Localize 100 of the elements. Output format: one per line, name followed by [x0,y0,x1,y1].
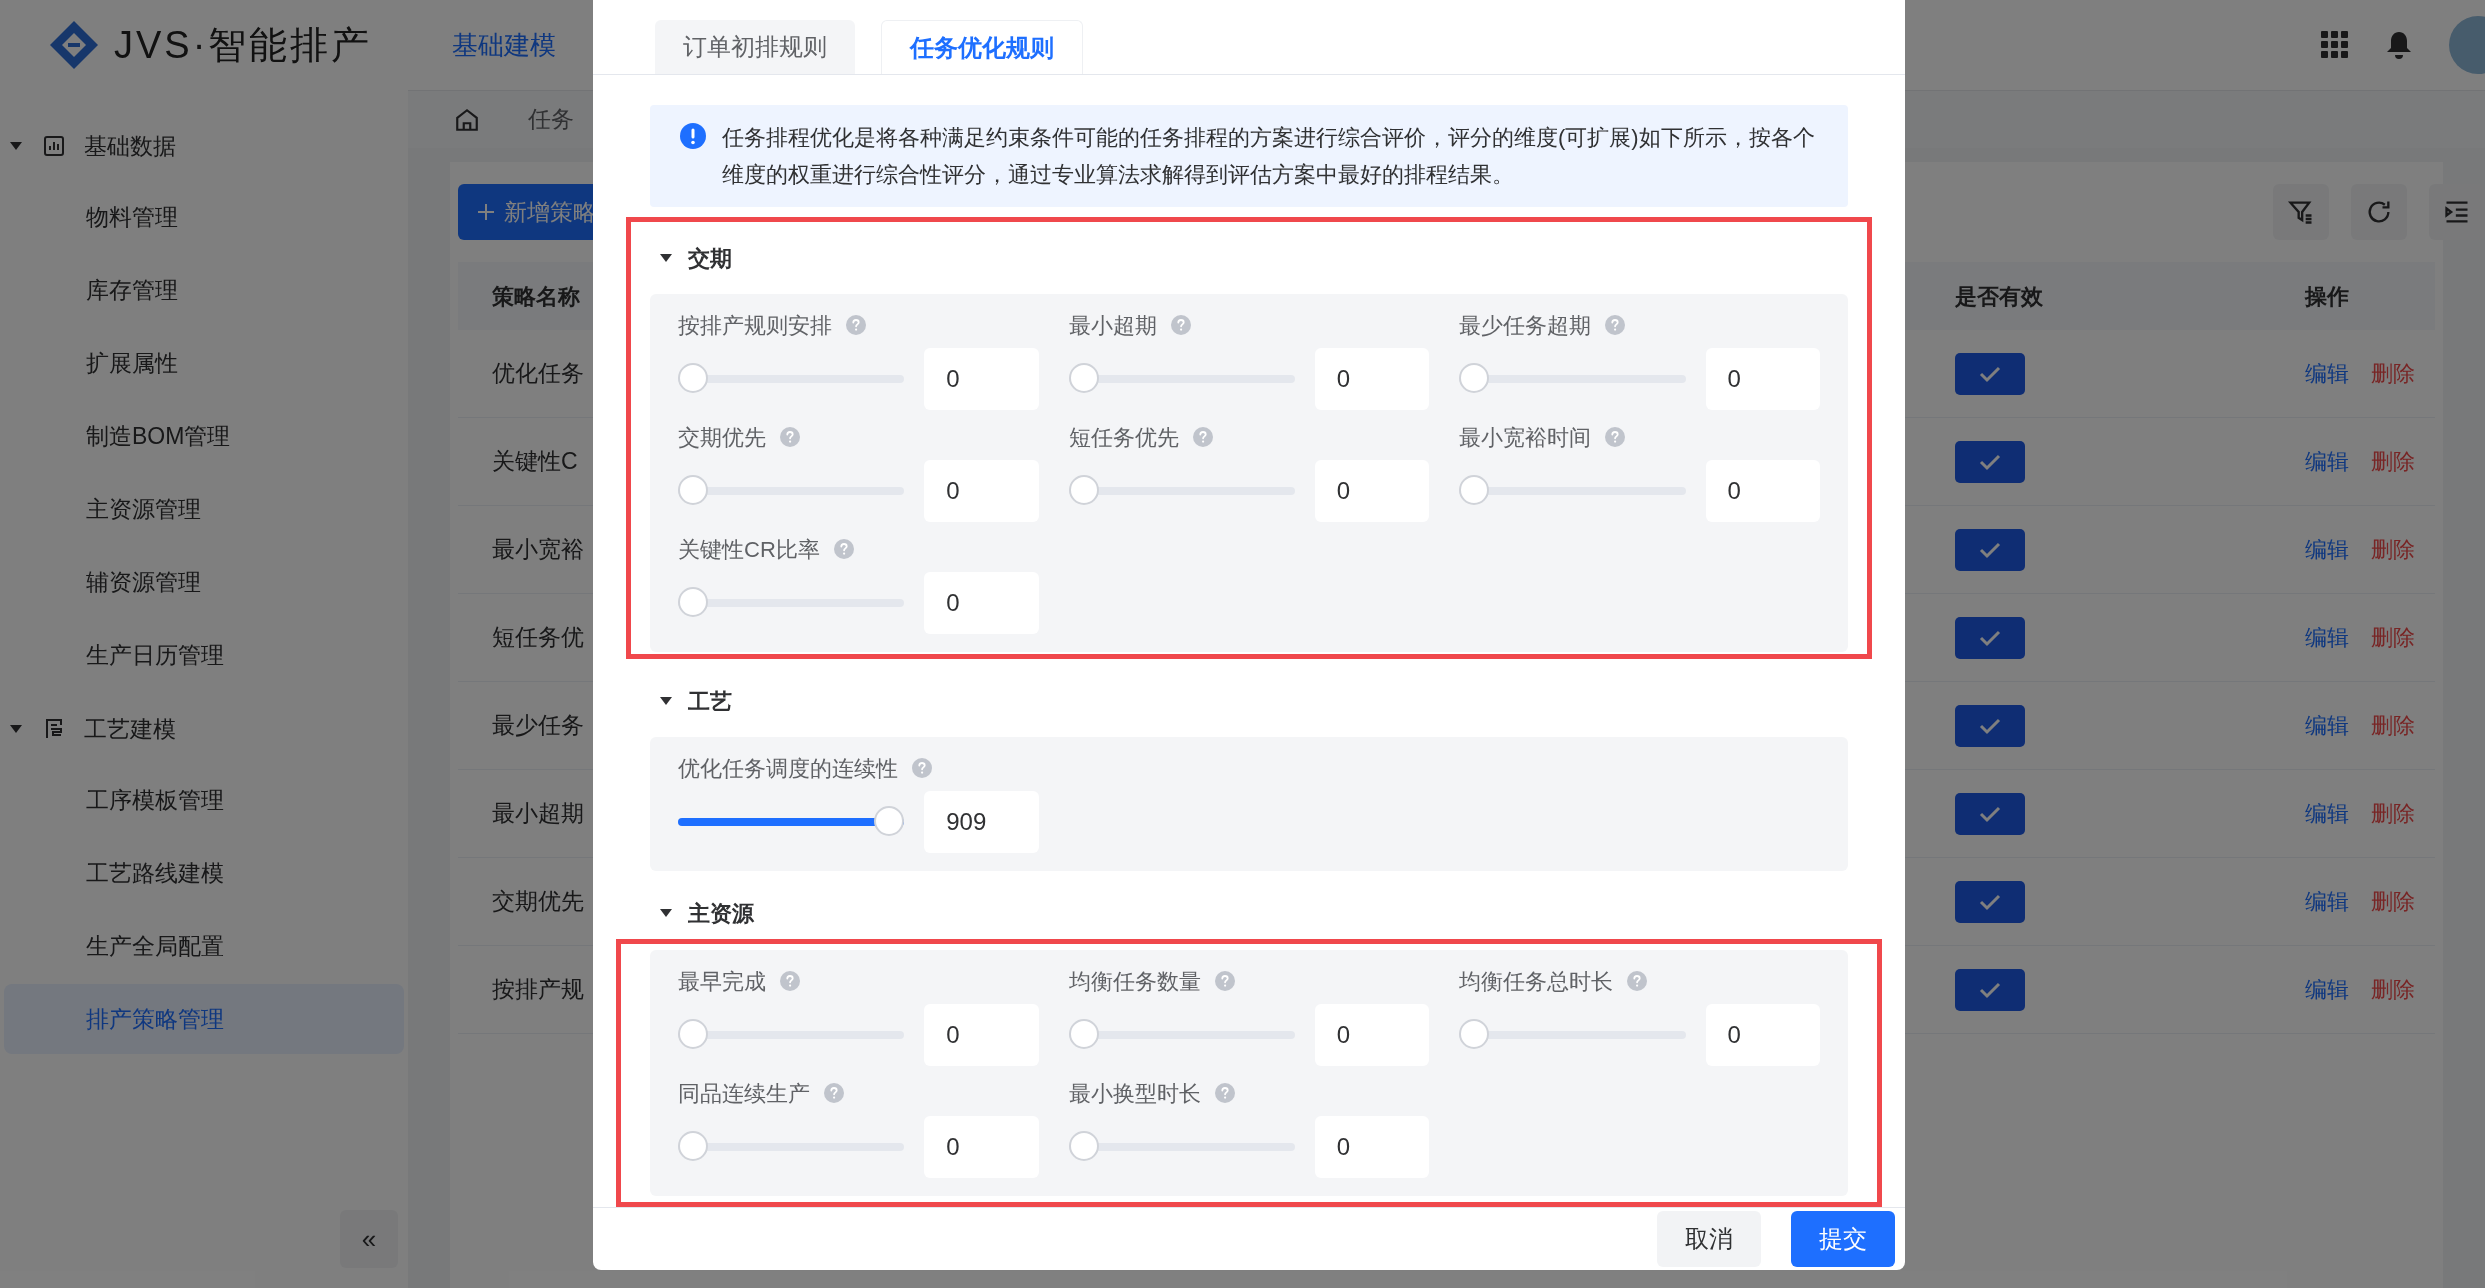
slider-thumb[interactable] [874,806,905,836]
number-input[interactable]: 0 [924,1004,1039,1066]
number-input[interactable]: 0 [1705,460,1820,522]
number-input[interactable]: 0 [924,1116,1039,1178]
slider-thumb[interactable] [678,363,708,393]
slider-thumb[interactable] [678,1019,708,1049]
table-cell-text: 最少任务 [492,711,584,741]
slider-thumb[interactable] [1068,1019,1099,1049]
edit-link[interactable]: 编辑 [2305,797,2349,830]
edit-link[interactable]: 编辑 [2305,357,2349,390]
delete-link[interactable]: 删除 [2371,533,2415,566]
collapse-button[interactable]: « [340,1210,398,1268]
valid-checkbox[interactable] [1955,704,2025,747]
slider-thumb[interactable] [1459,475,1490,505]
check-icon [1978,804,2002,823]
slider-thumb[interactable] [678,1131,708,1161]
slider[interactable] [1068,1131,1295,1163]
help-icon [1214,1083,1235,1103]
menu-item[interactable]: 制造BOM管理 [4,401,404,471]
number-input[interactable]: 0 [924,348,1039,410]
valid-checkbox[interactable] [1955,616,2025,659]
delete-link[interactable]: 删除 [2371,709,2415,742]
cancel-button[interactable]: 取消 [1657,1211,1761,1267]
edit-link[interactable]: 编辑 [2305,445,2349,478]
edit-link[interactable]: 编辑 [2305,621,2349,654]
menu-item[interactable]: 工序模板管理 [4,765,404,835]
number-input[interactable]: 0 [924,460,1039,522]
check-icon [1978,980,2002,999]
menu-group[interactable]: 基础数据 [84,128,176,164]
number-input[interactable]: 909 [924,791,1039,853]
delete-link[interactable]: 删除 [2371,797,2415,830]
page-tab[interactable]: 任务 [528,102,574,137]
menu-item[interactable]: 排产策略管理 [4,984,404,1054]
slider[interactable] [678,363,905,395]
slider[interactable] [678,1019,905,1051]
field-label: 同品连续生产 [678,1079,810,1108]
number-input[interactable]: 0 [924,572,1039,634]
apps-grid-icon[interactable] [2321,31,2349,59]
menu-item[interactable]: 生产日历管理 [4,620,404,690]
number-input[interactable]: 0 [1705,348,1820,410]
slider[interactable] [1459,1019,1686,1051]
table-cell-text: 优化任务 [492,359,584,389]
valid-checkbox[interactable] [1955,792,2025,835]
home-icon[interactable] [454,106,480,133]
valid-checkbox[interactable] [1955,880,2025,923]
valid-checkbox[interactable] [1955,968,2025,1011]
valid-checkbox[interactable] [1955,528,2025,571]
submit-button[interactable]: 提交 [1791,1211,1895,1267]
valid-checkbox[interactable] [1955,352,2025,395]
table-cell-text: 最小超期 [492,799,584,829]
delete-link[interactable]: 删除 [2371,885,2415,918]
slider-thumb[interactable] [678,587,708,617]
bell-icon[interactable] [2385,30,2413,60]
number-input[interactable]: 0 [1314,1004,1430,1066]
refresh-button[interactable] [2351,184,2407,240]
menu-group[interactable]: 工艺建模 [84,711,176,747]
menu-item[interactable]: 物料管理 [4,182,404,252]
slider[interactable] [1068,363,1295,395]
number-input[interactable]: 0 [1705,1004,1820,1066]
slider[interactable] [678,587,905,619]
menu-item[interactable]: 扩展属性 [4,328,404,398]
slider[interactable] [1068,1019,1295,1051]
nav-tab[interactable]: 基础建模 [452,25,556,65]
dialog-tab[interactable]: 订单初排规则 [655,20,855,74]
edit-link[interactable]: 编辑 [2305,709,2349,742]
slider[interactable] [1459,475,1686,507]
field-label: 最小换型时长 [1068,1079,1201,1108]
slider[interactable] [678,1131,905,1163]
slider[interactable] [1459,363,1686,395]
number-input[interactable]: 0 [1314,348,1430,410]
menu-item[interactable]: 库存管理 [4,255,404,325]
delete-link[interactable]: 删除 [2371,357,2415,390]
edit-link[interactable]: 编辑 [2305,533,2349,566]
slider-thumb[interactable] [1459,363,1490,393]
menu-item[interactable]: 工艺路线建模 [4,838,404,908]
delete-link[interactable]: 删除 [2371,621,2415,654]
edit-link[interactable]: 编辑 [2305,973,2349,1006]
logo-icon [48,19,100,71]
slider-thumb[interactable] [1068,475,1099,505]
menu-item[interactable]: 生产全局配置 [4,911,404,981]
slider-thumb[interactable] [1068,363,1099,393]
delete-link[interactable]: 删除 [2371,973,2415,1006]
delete-link[interactable]: 删除 [2371,445,2415,478]
column-header: 操作 [2305,282,2349,311]
menu-item[interactable]: 主资源管理 [4,474,404,544]
number-input[interactable]: 0 [1314,1116,1430,1178]
slider-thumb[interactable] [678,475,708,505]
help-icon [1192,427,1213,447]
slider[interactable] [1068,475,1295,507]
slider[interactable] [678,475,905,507]
filter-button[interactable] [2273,184,2329,240]
help-icon [824,1083,844,1103]
edit-link[interactable]: 编辑 [2305,885,2349,918]
slider-thumb[interactable] [1459,1019,1490,1049]
menu-item[interactable]: 辅资源管理 [4,547,404,617]
slider-thumb[interactable] [1068,1131,1099,1161]
slider[interactable] [678,806,905,838]
number-input[interactable]: 0 [1314,460,1430,522]
dialog-tab[interactable]: 任务优化规则 [881,20,1083,74]
valid-checkbox[interactable] [1955,440,2025,483]
